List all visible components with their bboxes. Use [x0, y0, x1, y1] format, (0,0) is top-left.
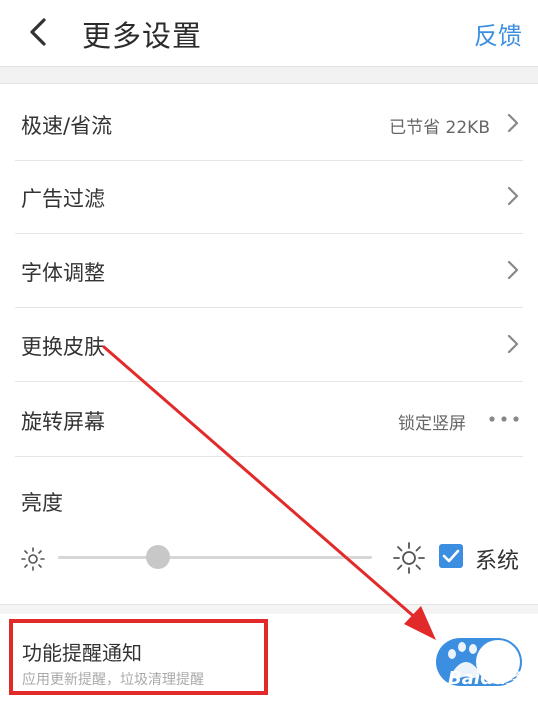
annotation-arrow-icon: [102, 345, 436, 640]
watermark-brand: Baidu经验: [448, 668, 538, 689]
watermark-url: jingyan.baidu.com: [452, 690, 538, 701]
